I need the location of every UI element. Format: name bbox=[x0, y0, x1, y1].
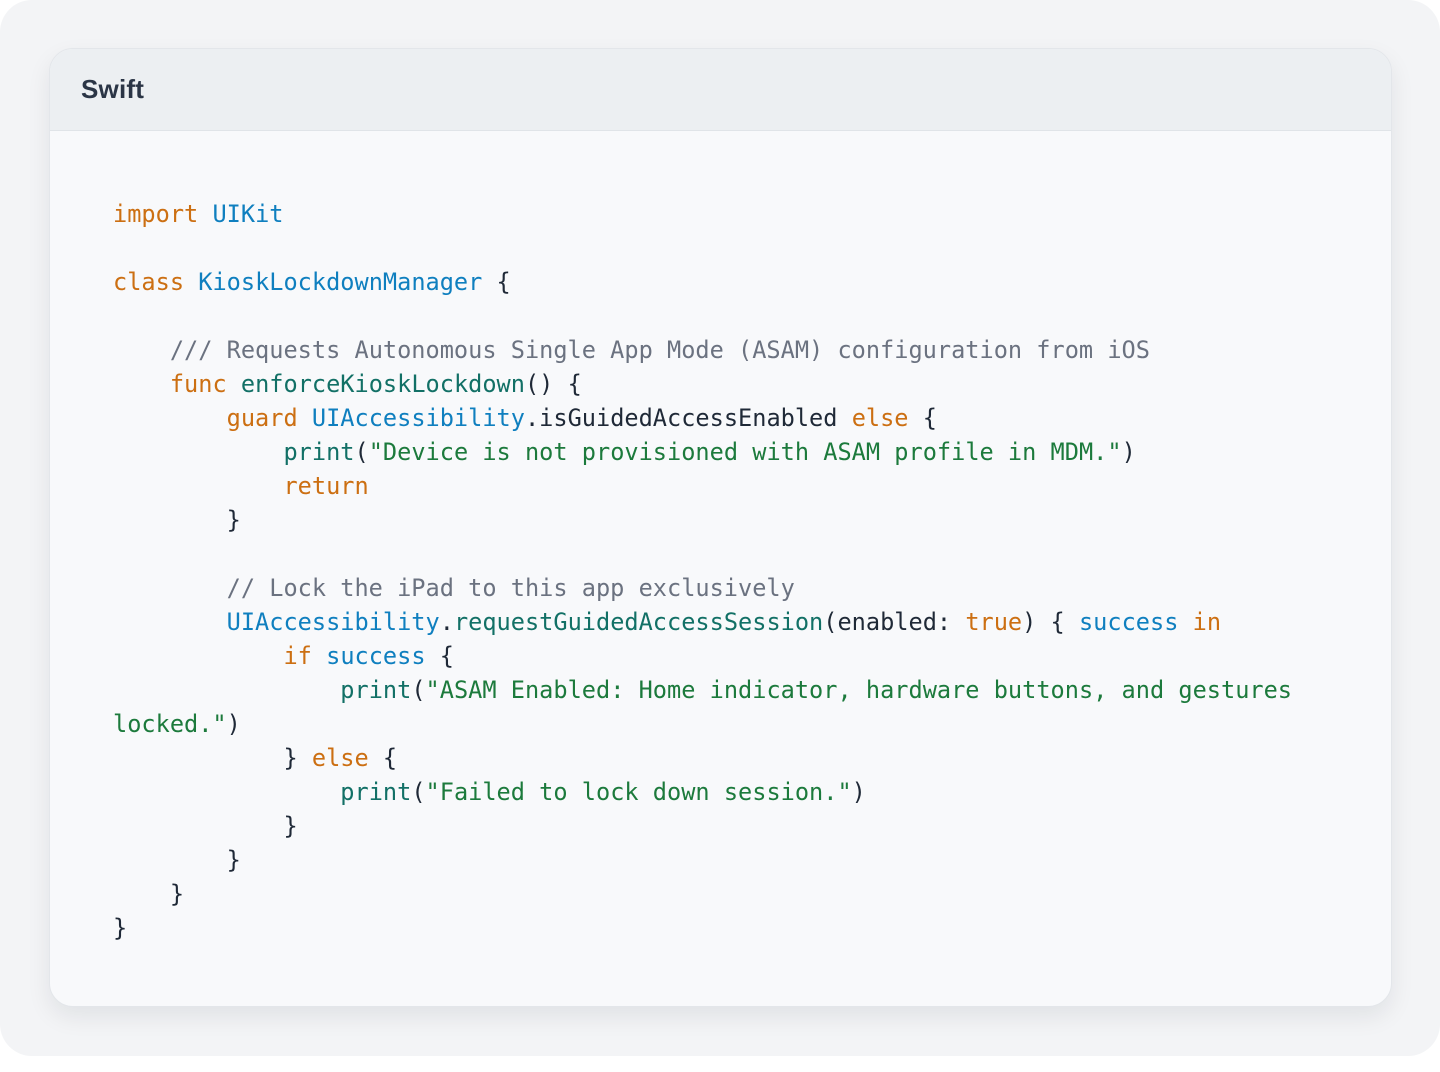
function-token: requestGuidedAccessSession bbox=[453, 608, 824, 636]
type-token: UIKit bbox=[212, 200, 284, 228]
code-line: print("ASAM Enabled: Home indicator, har… bbox=[113, 673, 1343, 707]
plain-token: ) bbox=[1121, 438, 1136, 466]
plain-token: ( bbox=[411, 778, 426, 806]
code-line: } bbox=[113, 503, 1343, 537]
code-line: import UIKit bbox=[113, 197, 1343, 231]
plain-token: { bbox=[908, 404, 937, 432]
keyword-token: class bbox=[113, 268, 185, 296]
type-token: success bbox=[1078, 608, 1179, 636]
keyword-token: else bbox=[851, 404, 909, 432]
plain-token: } bbox=[113, 744, 312, 772]
comment-token: // Lock the iPad to this app exclusively bbox=[226, 574, 795, 602]
code-line: class KioskLockdownManager { bbox=[113, 265, 1343, 299]
code-line: } bbox=[113, 843, 1343, 877]
function-token: print bbox=[283, 438, 355, 466]
plain-token: } bbox=[113, 812, 298, 840]
plain-token: .isGuidedAccessEnabled bbox=[524, 404, 852, 432]
plain-token: . bbox=[439, 608, 454, 636]
plain-token: } bbox=[113, 914, 128, 942]
keyword-token: in bbox=[1192, 608, 1222, 636]
type-token: UIAccessibility bbox=[311, 404, 525, 432]
code-line: print("Device is not provisioned with AS… bbox=[113, 435, 1343, 469]
code-line: UIAccessibility.requestGuidedAccessSessi… bbox=[113, 605, 1343, 639]
type-token: success bbox=[326, 642, 426, 670]
keyword-token: if bbox=[283, 642, 312, 670]
string-token: "ASAM Enabled: Home indicator, hardware … bbox=[425, 676, 1293, 704]
code-line: return bbox=[113, 469, 1343, 503]
plain-token: } bbox=[113, 506, 241, 534]
string-token: "Device is not provisioned with ASAM pro… bbox=[368, 438, 1122, 466]
string-token: "Failed to lock down session." bbox=[425, 778, 852, 806]
plain-token: ( bbox=[411, 676, 426, 704]
code-line: func enforceKioskLockdown() { bbox=[113, 367, 1343, 401]
plain-token: ( bbox=[354, 438, 369, 466]
plain-token: ) { bbox=[1022, 608, 1079, 636]
function-token: enforceKioskLockdown bbox=[240, 370, 525, 398]
keyword-token: guard bbox=[226, 404, 298, 432]
code-block-header: Swift bbox=[50, 49, 1391, 131]
code-line: } else { bbox=[113, 741, 1343, 775]
code-line: } bbox=[113, 911, 1343, 945]
keyword-token: func bbox=[169, 370, 227, 398]
code-line: if success { bbox=[113, 639, 1343, 673]
plain-token: (enabled: bbox=[823, 608, 966, 636]
plain-token: } bbox=[113, 846, 241, 874]
language-label: Swift bbox=[81, 74, 145, 104]
comment-token: /// Requests Autonomous Single App Mode … bbox=[169, 336, 1150, 364]
code-line: print("Failed to lock down session.") bbox=[113, 775, 1343, 809]
keyword-token: import bbox=[113, 200, 199, 228]
plain-token: { bbox=[368, 744, 398, 772]
code-line: locked.") bbox=[113, 707, 1343, 741]
keyword-token: return bbox=[283, 472, 369, 500]
plain-token: { bbox=[482, 268, 511, 296]
string-token: locked." bbox=[113, 710, 227, 738]
code-line: } bbox=[113, 877, 1343, 911]
code-content[interactable]: import UIKit class KioskLockdownManager {… bbox=[113, 197, 1343, 945]
plain-token: ) bbox=[226, 710, 241, 738]
plain-token: () { bbox=[524, 370, 582, 398]
plain-token: } bbox=[113, 880, 185, 908]
type-token: KioskLockdownManager bbox=[198, 268, 483, 296]
keyword-token: else bbox=[311, 744, 369, 772]
code-line: // Lock the iPad to this app exclusively bbox=[113, 571, 1343, 605]
type-token: UIAccessibility bbox=[226, 608, 440, 636]
plain-token: ) bbox=[851, 778, 866, 806]
plain-token: { bbox=[425, 642, 454, 670]
function-token: print bbox=[340, 676, 412, 704]
code-line: } bbox=[113, 809, 1343, 843]
code-block-card: Swift import UIKit class KioskLockdownMan… bbox=[49, 48, 1392, 1007]
code-line: guard UIAccessibility.isGuidedAccessEnab… bbox=[113, 401, 1343, 435]
code-line: /// Requests Autonomous Single App Mode … bbox=[113, 333, 1343, 367]
page-background: Swift import UIKit class KioskLockdownMan… bbox=[0, 0, 1440, 1056]
keyword-token: true bbox=[965, 608, 1023, 636]
function-token: print bbox=[340, 778, 412, 806]
